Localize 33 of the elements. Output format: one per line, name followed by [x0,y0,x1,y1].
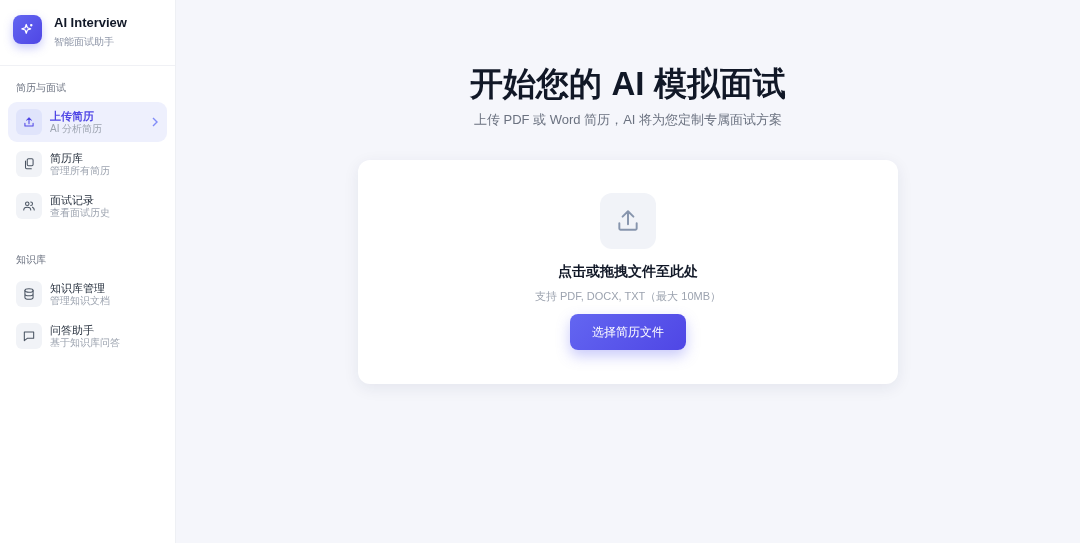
users-icon [16,193,42,219]
app-subtitle: 智能面试助手 [54,35,115,49]
page-title: 开始您的 AI 模拟面试 [470,64,786,104]
upload-area[interactable]: 点击或拖拽文件至此处 支持 PDF, DOCX, TXT（最大 10MB） 选择简历文件 [358,159,898,384]
select-file-button[interactable]: 选择简历文件 [570,314,686,350]
chevron-icon [151,117,159,127]
upload-icon [600,192,656,249]
nav-item[interactable]: 上传简历 AI 分析简历 [8,102,167,142]
chat-icon [16,323,42,349]
nav-item[interactable]: 面试记录 查看面试历史 [8,186,167,226]
sparkle-logo-icon [13,15,42,44]
nav-description: AI 分析简历 [50,122,104,135]
nav-item[interactable]: 简历库 管理所有简历 [8,144,167,184]
database-icon [16,281,42,307]
nav-item[interactable]: 问答助手 基于知识库问答 [8,316,167,356]
nav-label: 简历库 [50,151,84,165]
nav-label: 面试记录 [50,193,95,207]
nav-item[interactable]: 知识库管理 管理知识文档 [8,274,167,314]
upload-hint: 支持 PDF, DOCX, TXT（最大 10MB） [534,288,722,304]
nav-description: 管理所有简历 [50,164,111,177]
nav-label: 知识库管理 [50,281,106,295]
copies-icon [16,151,42,177]
section-heading: 知识库 [15,253,47,267]
nav-description: 查看面试历史 [50,206,111,219]
upload-prompt: 点击或拖拽文件至此处 [558,261,698,281]
app-title: AI Interview [54,15,127,30]
nav-description: 管理知识文档 [50,294,111,307]
nav-label: 问答助手 [50,323,95,337]
section-heading: 简历与面试 [15,81,67,95]
nav-label: 上传简历 [50,109,95,123]
nav-description: 基于知识库问答 [50,336,121,349]
upload-icon [16,109,42,135]
page-subtitle: 上传 PDF 或 Word 简历，AI 将为您定制专属面试方案 [473,111,783,129]
